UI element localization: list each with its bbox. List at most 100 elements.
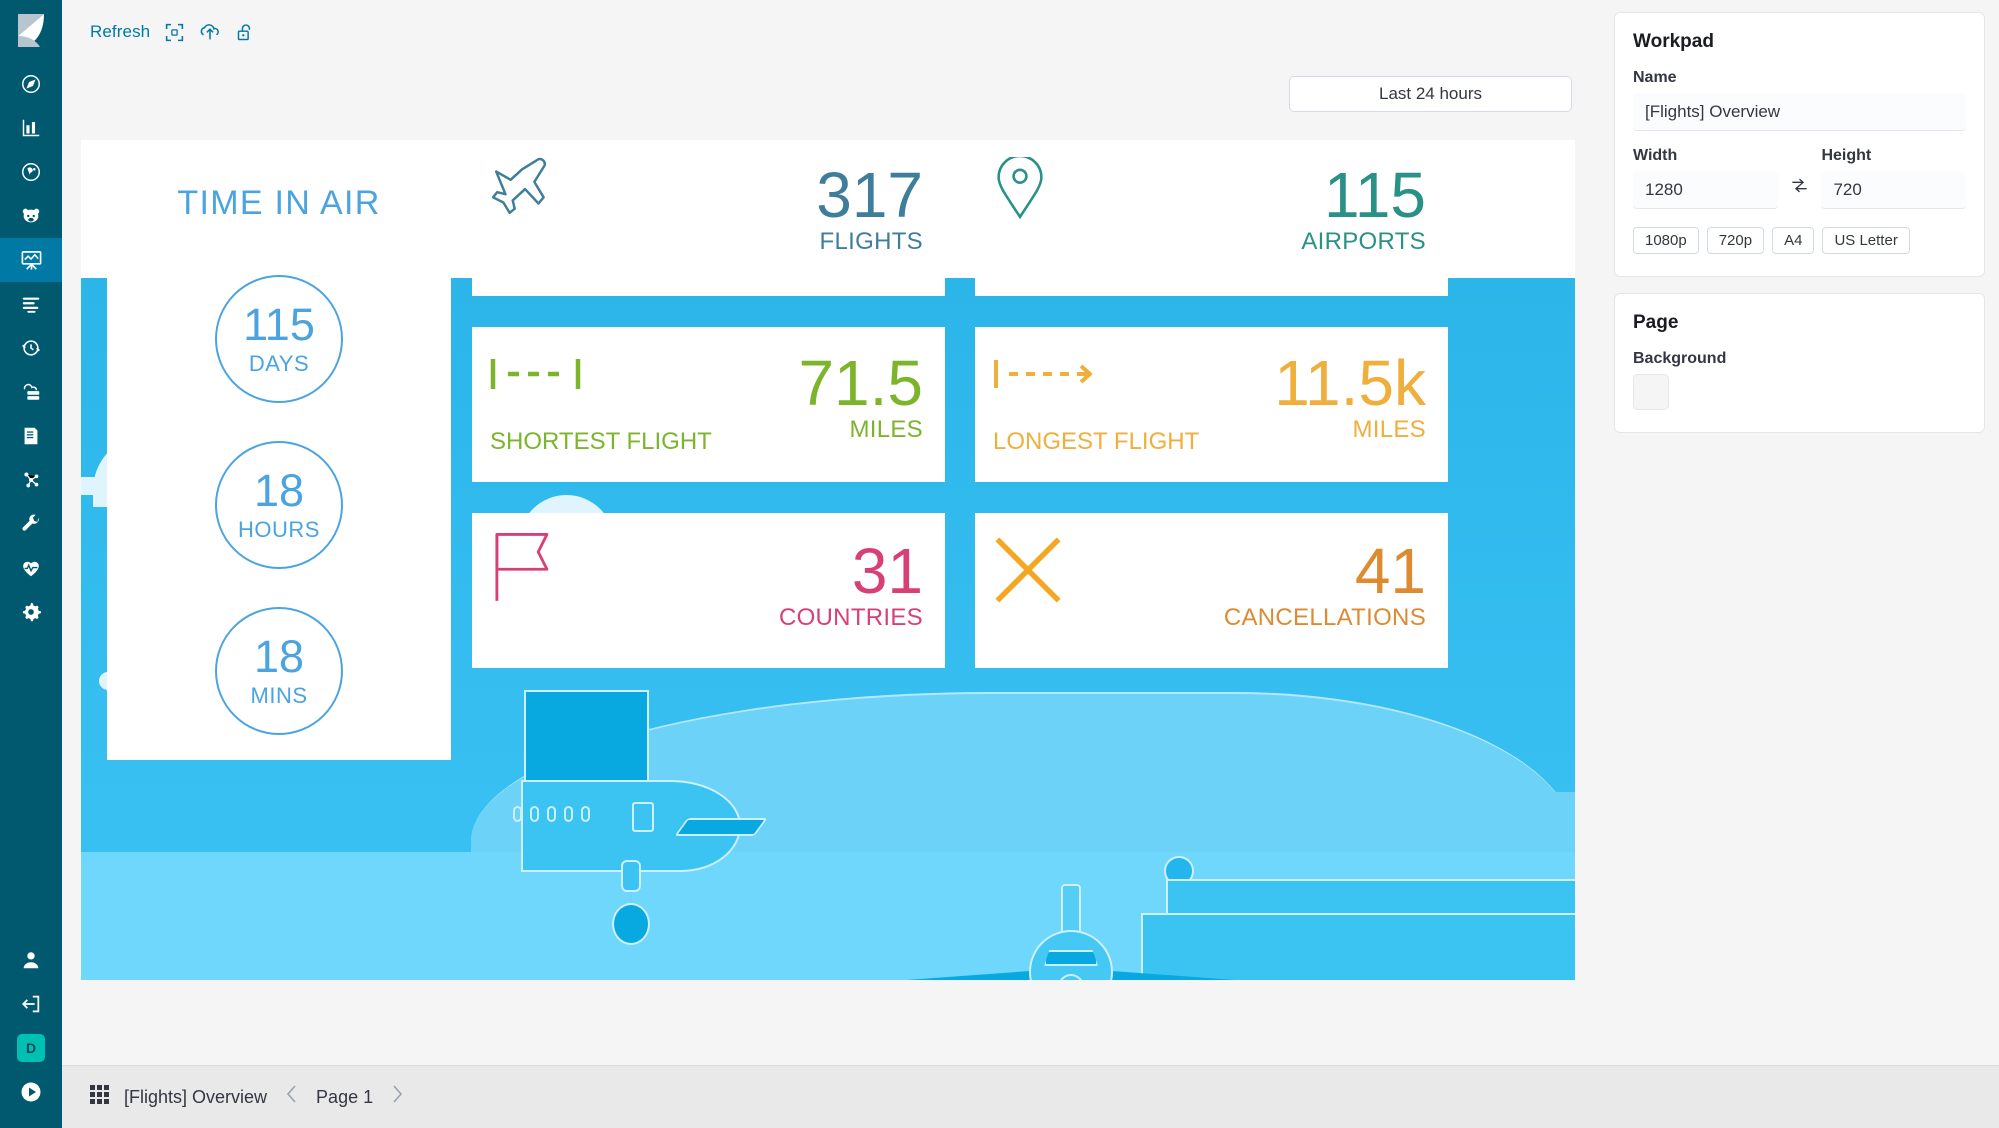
metric-unit: CANCELLATIONS xyxy=(1223,603,1426,631)
toolbar-left-group: Refresh xyxy=(62,21,256,43)
refresh-button[interactable]: Refresh xyxy=(90,22,150,42)
kibana-logo[interactable] xyxy=(0,0,62,62)
sidebar-item-infrastructure[interactable] xyxy=(0,370,62,414)
plane-left-windows xyxy=(513,806,590,822)
plane-front-fin xyxy=(1061,884,1081,936)
metric-unit: AIRPORTS xyxy=(1301,227,1426,255)
metric-values: 41 CANCELLATIONS xyxy=(1223,535,1426,632)
footer-workpad-name[interactable]: [Flights] Overview xyxy=(124,1087,267,1108)
workpad-settings-box: Workpad Name Width Height xyxy=(1614,12,1985,277)
prev-page-button[interactable] xyxy=(281,1084,302,1110)
sidebar-item-dev-tools[interactable] xyxy=(0,502,62,546)
workpad-width-input[interactable] xyxy=(1633,171,1778,209)
preset-1080p[interactable]: 1080p xyxy=(1633,227,1699,254)
apm-cycle-icon xyxy=(22,340,40,356)
workpad-height-input[interactable] xyxy=(1821,171,1966,209)
size-presets-row: 1080p 720p A4 US Letter xyxy=(1633,227,1966,254)
workpad-panel-title: Workpad xyxy=(1633,31,1714,52)
sidebar-item-play[interactable] xyxy=(0,1070,62,1114)
preset-720p[interactable]: 720p xyxy=(1706,227,1765,254)
workpad-name-label: Name xyxy=(1633,69,1677,86)
swap-dimensions-button[interactable] xyxy=(1778,176,1822,209)
workpad-canvas[interactable]: TIME IN AIR 115 DAYS 18 HOURS 18 MINS 31… xyxy=(81,140,1575,980)
metric-card-airports[interactable]: 115 AIRPORTS xyxy=(975,141,1448,296)
page-background-label: Background xyxy=(1633,350,1727,367)
kibana-logo-icon xyxy=(18,14,44,47)
compass-discover-icon xyxy=(22,75,40,93)
preset-us-letter[interactable]: US Letter xyxy=(1822,227,1910,254)
unlock-button[interactable] xyxy=(235,22,256,43)
user-account-icon xyxy=(23,952,39,969)
next-page-button[interactable] xyxy=(387,1084,408,1110)
time-range-value: Last 24 hours xyxy=(1378,84,1482,103)
sidebar-item-discover[interactable] xyxy=(0,62,62,106)
swap-dimensions-icon xyxy=(1792,178,1807,193)
time-ring-mins: 18 MINS xyxy=(215,607,343,735)
document-report-icon xyxy=(24,427,38,445)
metric-card-cancellations[interactable]: 41 CANCELLATIONS xyxy=(975,513,1448,668)
page-grid-button[interactable] xyxy=(90,1084,110,1110)
bear-ml-icon xyxy=(22,208,40,223)
short-distance-icon xyxy=(490,357,586,396)
workpad-width-group: Width xyxy=(1633,147,1778,209)
cross-x-icon xyxy=(993,535,1063,610)
heart-monitoring-icon xyxy=(23,561,39,577)
page-settings-box: Page Background xyxy=(1614,293,1985,433)
globe-dashboard-icon xyxy=(22,163,40,181)
ring-unit: MINS xyxy=(250,682,308,708)
plane-left-wing xyxy=(674,818,768,836)
play-circle-icon xyxy=(21,1082,41,1102)
sidebar-item-graph[interactable] xyxy=(0,458,62,502)
page-background-swatch[interactable] xyxy=(1633,374,1669,410)
workpad-dimensions-row: Width Height xyxy=(1633,147,1966,209)
gear-management-icon xyxy=(22,602,41,622)
user-avatar[interactable]: D xyxy=(0,1026,62,1070)
plane-left-wheel xyxy=(612,903,650,945)
metric-unit: FLIGHTS xyxy=(819,227,923,255)
metric-value: 115 xyxy=(1323,159,1426,231)
metric-value: 31 xyxy=(851,535,923,607)
sidebar-item-account[interactable] xyxy=(0,938,62,982)
sidebar-item-dashboard[interactable] xyxy=(0,150,62,194)
bar-chart-icon xyxy=(22,119,40,137)
sidebar-item-machine-learning[interactable] xyxy=(0,194,62,238)
page-grid-icon xyxy=(90,1084,109,1104)
unlock-icon xyxy=(237,23,251,40)
sidebar-item-reporting[interactable] xyxy=(0,414,62,458)
sidebar-item-visualize[interactable] xyxy=(0,106,62,150)
time-in-air-panel[interactable]: TIME IN AIR 115 DAYS 18 HOURS 18 MINS xyxy=(107,140,451,760)
metric-unit: MILES xyxy=(849,415,923,443)
metric-value: 41 xyxy=(1354,535,1426,607)
global-nav-sidebar: D xyxy=(0,0,62,1128)
sidebar-item-canvas[interactable] xyxy=(0,238,62,282)
sidebar-item-apm[interactable] xyxy=(0,326,62,370)
sidebar-item-management[interactable] xyxy=(0,590,62,634)
infrastructure-icon xyxy=(23,383,40,400)
preset-a4[interactable]: A4 xyxy=(1772,227,1815,254)
graph-nodes-icon xyxy=(24,472,39,488)
workpad-height-label: Height xyxy=(1821,147,1872,164)
time-ring-days: 115 DAYS xyxy=(215,275,343,403)
sidebar-item-logout[interactable] xyxy=(0,982,62,1026)
metric-values: 115 AIRPORTS xyxy=(1301,159,1426,256)
metric-card-shortest-flight[interactable]: SHORTEST FLIGHT 71.5 MILES xyxy=(472,327,945,482)
canvas-easel-icon xyxy=(21,250,41,270)
metric-card-flights[interactable]: 317 FLIGHTS xyxy=(472,141,945,296)
sidebar-item-logs[interactable] xyxy=(0,282,62,326)
metric-card-countries[interactable]: 31 COUNTRIES xyxy=(472,513,945,668)
logs-lines-icon xyxy=(22,297,40,313)
export-button[interactable] xyxy=(199,21,221,43)
metric-unit: MILES xyxy=(1352,415,1426,443)
footer-page-label[interactable]: Page 1 xyxy=(316,1087,373,1108)
workpad-name-input[interactable] xyxy=(1633,93,1966,131)
plane-left-door xyxy=(632,802,654,832)
metric-card-longest-flight[interactable]: LONGEST FLIGHT 11.5k MILES xyxy=(975,327,1448,482)
time-range-picker[interactable]: Last 24 hours xyxy=(1289,76,1572,112)
sidebar-item-monitoring[interactable] xyxy=(0,546,62,590)
workpad-width-label: Width xyxy=(1633,147,1678,164)
fullscreen-button[interactable] xyxy=(164,22,185,43)
metric-unit: COUNTRIES xyxy=(778,603,923,631)
workpad-footer: [Flights] Overview Page 1 xyxy=(62,1066,1999,1128)
hill-shape-secondary xyxy=(951,792,1575,852)
export-upload-icon xyxy=(200,24,220,40)
